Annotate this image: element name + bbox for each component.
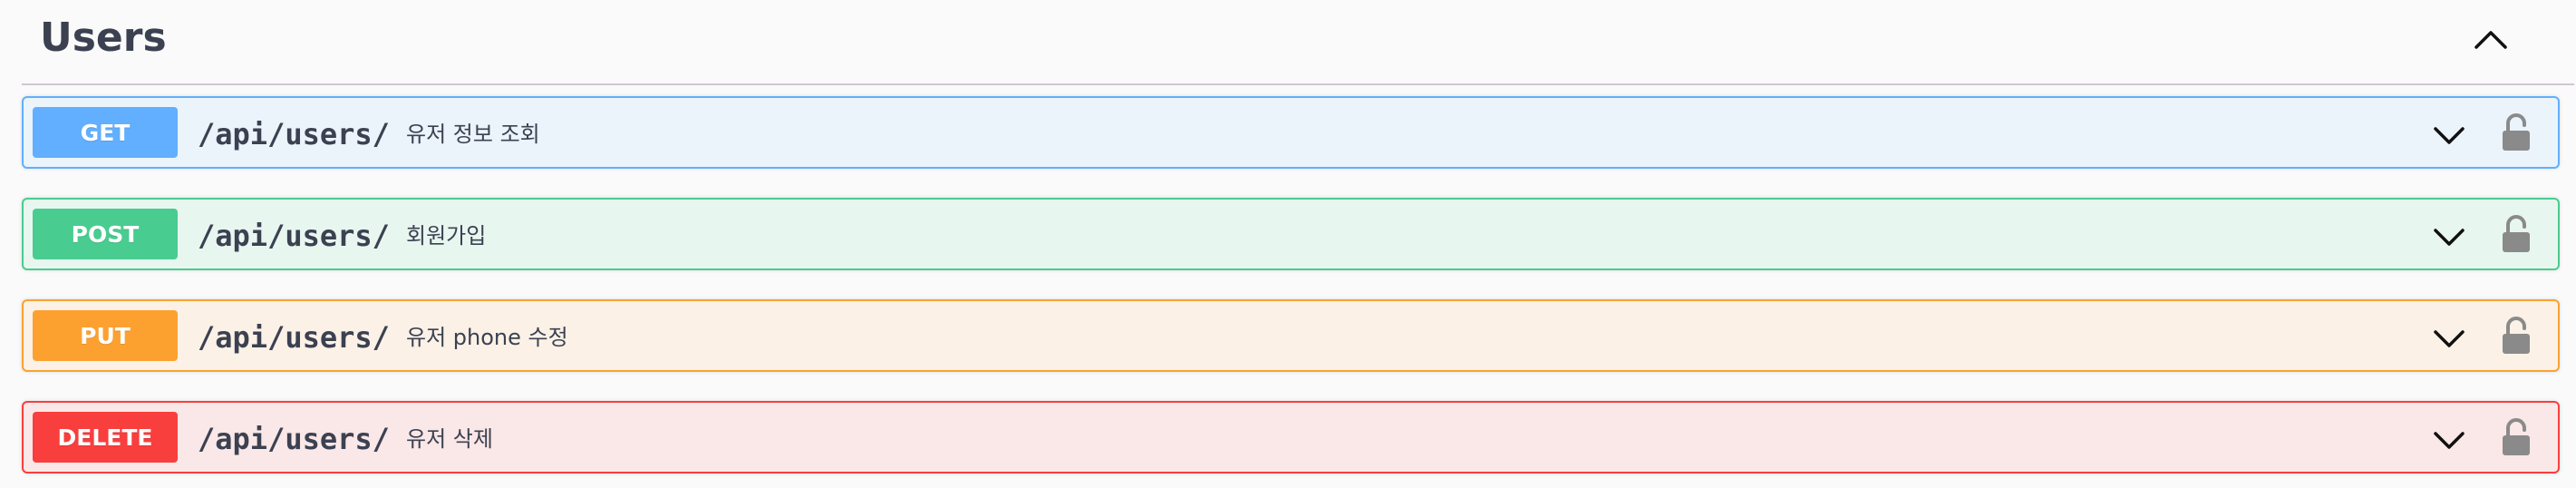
- method-badge-delete: DELETE: [33, 412, 178, 463]
- lock-icon[interactable]: [2500, 417, 2532, 457]
- operation-get-users[interactable]: GET /api/users/ 유저 정보 조회: [22, 96, 2560, 169]
- chevron-up-icon[interactable]: [2471, 20, 2511, 60]
- operation-path: /api/users/: [198, 219, 390, 253]
- method-badge-get: GET: [33, 107, 178, 158]
- operation-summary: 유저 phone 수정: [406, 325, 568, 350]
- operation-delete-users[interactable]: DELETE /api/users/ 유저 삭제: [22, 401, 2560, 473]
- tag-header-users[interactable]: Users: [22, 0, 2574, 85]
- operation-path: /api/users/: [198, 422, 390, 456]
- method-badge-post: POST: [33, 209, 178, 259]
- users-section: Users GET /api/users/ 유저 정보 조회 POST /api…: [22, 0, 2574, 488]
- lock-icon[interactable]: [2500, 112, 2532, 152]
- lock-icon[interactable]: [2500, 214, 2532, 254]
- tag-title: Users: [40, 15, 167, 61]
- operation-post-users[interactable]: POST /api/users/ 회원가입: [22, 198, 2560, 270]
- chevron-down-icon[interactable]: [2431, 319, 2467, 356]
- method-badge-put: PUT: [33, 310, 178, 361]
- chevron-down-icon[interactable]: [2431, 218, 2467, 254]
- operation-summary: 유저 정보 조회: [406, 122, 540, 147]
- operation-summary: 회원가입: [406, 223, 487, 249]
- chevron-down-icon[interactable]: [2431, 421, 2467, 457]
- chevron-down-icon[interactable]: [2431, 116, 2467, 152]
- operation-put-users[interactable]: PUT /api/users/ 유저 phone 수정: [22, 299, 2560, 372]
- lock-icon[interactable]: [2500, 316, 2532, 356]
- operation-path: /api/users/: [198, 117, 390, 151]
- operation-path: /api/users/: [198, 320, 390, 355]
- operation-summary: 유저 삭제: [406, 426, 493, 452]
